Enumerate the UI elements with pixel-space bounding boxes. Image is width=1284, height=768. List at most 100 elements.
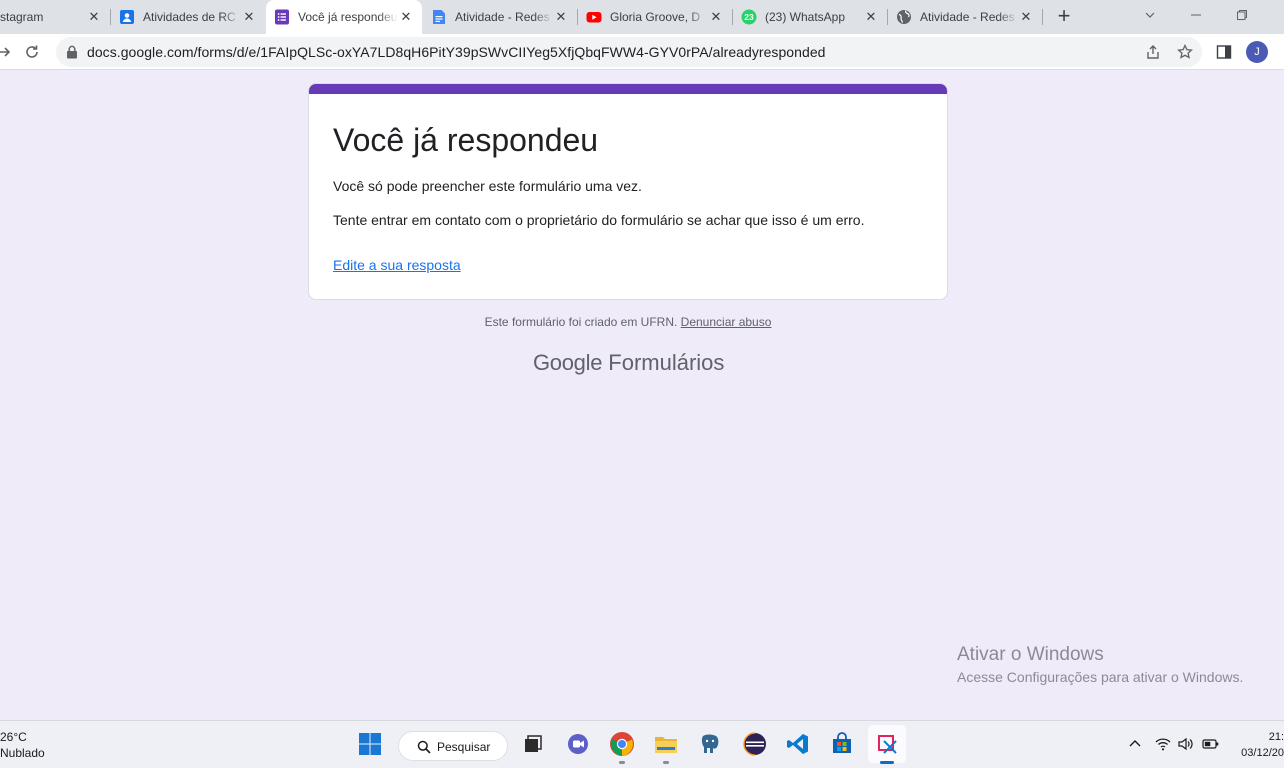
- tab-atividades-rc[interactable]: Atividades de RC ✕: [111, 0, 265, 34]
- weather-temp: 26°C: [0, 730, 27, 744]
- close-icon[interactable]: ✕: [553, 9, 569, 25]
- task-view-icon: [525, 735, 542, 752]
- wifi-icon: [1155, 738, 1171, 751]
- whatsapp-icon: 23: [741, 9, 757, 25]
- close-icon[interactable]: ✕: [86, 9, 102, 25]
- weather-desc: Nublado: [0, 746, 45, 760]
- ms-store-button[interactable]: [828, 730, 856, 758]
- new-tab-button[interactable]: +: [1052, 5, 1076, 29]
- tab-atividade-redes-web[interactable]: Atividade - Redes ✕: [888, 0, 1042, 34]
- tab-instagram[interactable]: stagram ✕: [0, 0, 110, 34]
- tab-label: Atividade - Redes: [455, 10, 550, 24]
- task-view-button[interactable]: [519, 730, 547, 758]
- share-button[interactable]: [1141, 40, 1165, 64]
- address-bar[interactable]: docs.google.com/forms/d/e/1FAIpQLSc-oxYA…: [56, 37, 1202, 67]
- eclipse-icon: [743, 732, 766, 756]
- browser-toolbar: docs.google.com/forms/d/e/1FAIpQLSc-oxYA…: [0, 34, 1284, 70]
- lock-icon: [67, 45, 77, 59]
- close-icon[interactable]: ✕: [863, 9, 879, 25]
- file-explorer-button[interactable]: [652, 730, 680, 758]
- tab-label: Você já respondeu: [298, 10, 398, 24]
- chrome-taskbar-button[interactable]: [608, 730, 636, 758]
- snipping-active-indicator: [880, 761, 894, 764]
- start-button[interactable]: [356, 730, 384, 758]
- tab-label: Atividade - Redes: [920, 10, 1015, 24]
- form-message-once: Você só pode preencher este formulário u…: [333, 178, 642, 194]
- close-icon[interactable]: ✕: [708, 9, 724, 25]
- speaker-icon: [1178, 737, 1193, 751]
- google-forms-logo[interactable]: Google Formulários: [533, 350, 724, 376]
- side-panel-button[interactable]: [1212, 40, 1236, 64]
- reload-button[interactable]: [20, 40, 44, 64]
- elephant-icon: [701, 734, 719, 753]
- vscode-icon: [787, 734, 808, 754]
- tab-strip: stagram ✕ Atividades de RC ✕ Você já res…: [0, 0, 1284, 34]
- windows-logo-icon: [359, 733, 381, 755]
- watermark-subtitle: Acesse Configurações para ativar o Windo…: [957, 669, 1244, 685]
- back-button[interactable]: [0, 40, 16, 64]
- profile-avatar[interactable]: J: [1246, 41, 1268, 63]
- tab-forms-active[interactable]: Você já respondeu ✕: [266, 0, 422, 34]
- bookmark-star-button[interactable]: [1173, 40, 1197, 64]
- chrome-running-indicator: [619, 761, 625, 764]
- chevron-up-icon: [1129, 740, 1141, 747]
- wifi-status[interactable]: [1155, 737, 1171, 754]
- close-icon[interactable]: ✕: [241, 9, 257, 25]
- tab-atividade-redes-docs[interactable]: Atividade - Redes ✕: [423, 0, 577, 34]
- chat-icon: [568, 734, 588, 754]
- whatsapp-badge: 23: [744, 12, 754, 22]
- tab-whatsapp[interactable]: 23 (23) WhatsApp ✕: [733, 0, 887, 34]
- arrow-right-icon: [0, 47, 11, 57]
- edit-response-link[interactable]: Edite a sua resposta: [333, 257, 461, 273]
- form-accent-bar: [309, 84, 947, 94]
- tab-label: (23) WhatsApp: [765, 10, 846, 24]
- restore-button[interactable]: [1219, 0, 1265, 30]
- youtube-icon: [586, 9, 602, 25]
- report-abuse-link[interactable]: Denunciar abuso: [681, 315, 772, 329]
- tab-search-button[interactable]: [1127, 0, 1173, 30]
- tab-label: stagram: [0, 10, 44, 24]
- restore-icon: [1237, 10, 1247, 20]
- tray-overflow-button[interactable]: [1128, 737, 1142, 754]
- close-icon[interactable]: ✕: [398, 9, 414, 25]
- google-forms-icon: [274, 9, 290, 25]
- eclipse-button[interactable]: [741, 730, 769, 758]
- minimize-icon: [1191, 14, 1201, 16]
- form-message-contact: Tente entrar em contato com o proprietár…: [333, 212, 865, 228]
- explorer-running-indicator: [663, 761, 669, 764]
- minimize-button[interactable]: [1173, 0, 1219, 30]
- folder-icon: [655, 737, 677, 753]
- taskbar-search[interactable]: Pesquisar: [398, 731, 508, 761]
- star-icon: [1177, 44, 1193, 59]
- battery-status[interactable]: [1202, 737, 1220, 754]
- page-title: Você já respondeu: [333, 122, 599, 158]
- google-docs-icon: [431, 9, 447, 25]
- classroom-icon: [119, 9, 135, 25]
- teams-chat-button[interactable]: [564, 730, 592, 758]
- activate-windows-watermark: Ativar o Windows Acesse Configurações pa…: [957, 644, 1243, 685]
- side-panel-icon: [1216, 45, 1232, 59]
- close-icon[interactable]: ✕: [1018, 9, 1034, 25]
- brand-google: Google: [533, 350, 603, 375]
- vscode-button[interactable]: [784, 730, 812, 758]
- store-bag-icon: [833, 732, 851, 753]
- chevron-down-icon: [1145, 12, 1155, 18]
- tab-label: Gloria Groove, D: [610, 10, 701, 24]
- globe-icon: [896, 9, 912, 25]
- clock-date: 03/12/20: [1241, 747, 1284, 759]
- weather-widget[interactable]: 26°C Nublado: [0, 729, 45, 761]
- form-footer: Este formulário foi criado em UFRN. Denu…: [0, 315, 1256, 329]
- volume-status[interactable]: [1178, 737, 1194, 754]
- snipping-tool-button[interactable]: [868, 725, 906, 763]
- postgres-button[interactable]: [696, 730, 724, 758]
- form-card: Você já respondeu Você só pode preencher…: [308, 83, 948, 300]
- chrome-icon: [610, 732, 634, 756]
- reload-icon: [26, 45, 38, 58]
- watermark-title: Ativar o Windows: [957, 644, 1104, 665]
- brand-product: Formulários: [608, 350, 725, 375]
- tab-youtube[interactable]: Gloria Groove, D ✕: [578, 0, 732, 34]
- battery-icon: [1202, 739, 1219, 749]
- search-label: Pesquisar: [437, 740, 491, 754]
- created-by-text: Este formulário foi criado em UFRN.: [484, 315, 678, 329]
- taskbar-clock[interactable]: 21: 03/12/20: [1232, 729, 1284, 761]
